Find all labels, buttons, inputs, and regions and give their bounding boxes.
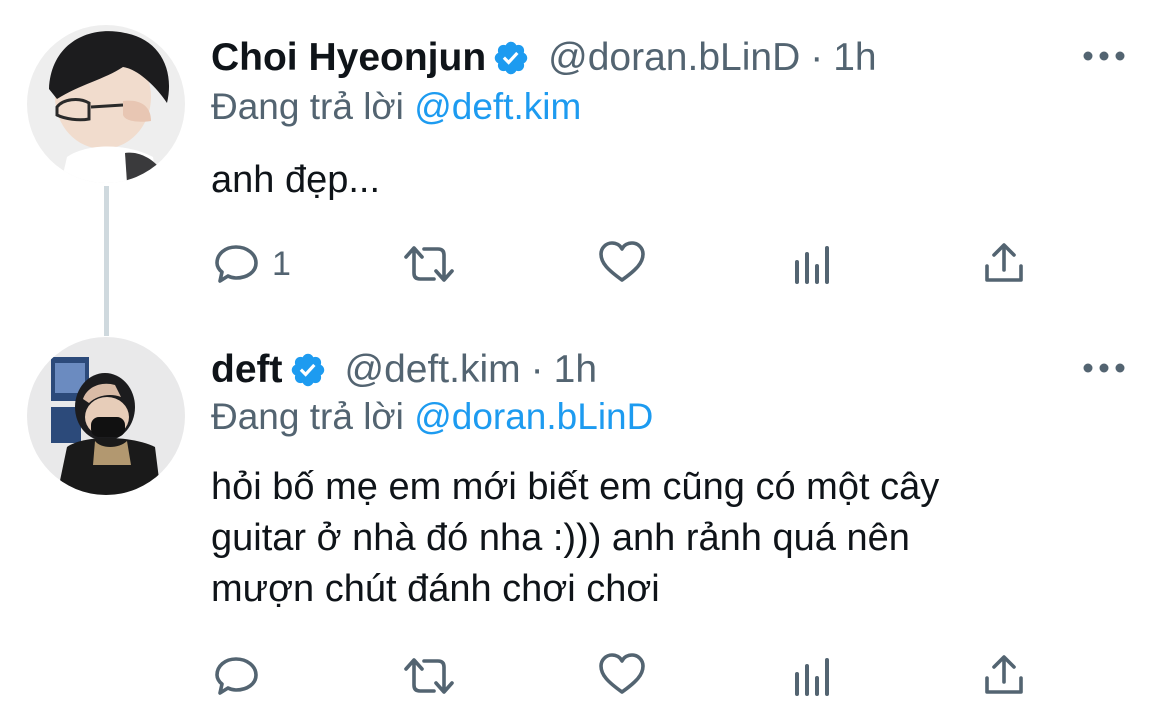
tweet-text-line: mượn chút đánh chơi chơi: [211, 568, 660, 610]
mention-link[interactable]: @doran.bLinD: [414, 396, 653, 437]
reply-count: 1: [272, 244, 291, 283]
views-icon: [795, 246, 829, 284]
meta-separator: ·: [530, 348, 544, 391]
tweet-text: hỏi bố mẹ em mới biết em cũng có một cây…: [211, 462, 1111, 615]
retweet-button[interactable]: [402, 655, 456, 697]
verified-badge-icon: [291, 353, 324, 387]
meta-separator: ·: [810, 36, 824, 79]
verified-badge-icon: [494, 41, 528, 75]
more-options-icon[interactable]: [1082, 46, 1126, 66]
tweet-deft[interactable]: deft @deft.kim · 1h Đang trả lời @doran.…: [0, 320, 1170, 722]
tweet-text-line: anh đẹp...: [211, 159, 381, 201]
avatar[interactable]: [27, 25, 185, 183]
display-name[interactable]: deft: [211, 346, 283, 394]
share-button[interactable]: [982, 242, 1026, 284]
tweet-text-line: hỏi bố mẹ em mới biết em cũng có một cây: [211, 466, 940, 508]
user-handle[interactable]: @deft.kim: [345, 346, 521, 394]
tweet-text-line: guitar ở nhà đó nha :))) anh rảnh quá nê…: [211, 517, 910, 559]
replying-to-label: Đang trả lời: [211, 86, 404, 127]
like-button[interactable]: [598, 240, 646, 284]
reply-icon: [215, 245, 258, 283]
tweet-text: anh đẹp...: [211, 155, 1111, 206]
tweet-time[interactable]: 1h: [833, 34, 876, 82]
replying-to-line: Đang trả lời @deft.kim: [211, 84, 581, 130]
share-button[interactable]: [982, 654, 1026, 696]
more-options-icon[interactable]: [1082, 358, 1126, 378]
user-handle[interactable]: @doran.bLinD: [548, 34, 800, 82]
replying-to-label: Đang trả lời: [211, 396, 404, 437]
display-name[interactable]: Choi Hyeonjun: [211, 34, 486, 82]
reply-button[interactable]: 1: [214, 243, 291, 285]
like-button[interactable]: [598, 652, 646, 696]
like-icon: [599, 241, 645, 282]
tweet-header: Choi Hyeonjun @doran.bLinD · 1h: [211, 34, 877, 82]
replying-to-line: Đang trả lời @doran.bLinD: [211, 394, 653, 440]
tweet-doran[interactable]: Choi Hyeonjun @doran.bLinD · 1h Đang trả…: [0, 0, 1170, 320]
reply-button[interactable]: [214, 655, 272, 697]
like-icon: [599, 653, 645, 694]
views-button[interactable]: [792, 244, 834, 284]
share-icon: [985, 243, 1023, 282]
reply-icon: [215, 657, 258, 695]
retweet-icon: [404, 246, 454, 282]
avatar[interactable]: [27, 337, 185, 495]
views-icon: [795, 658, 829, 696]
views-button[interactable]: [792, 656, 834, 696]
tweet-time[interactable]: 1h: [554, 346, 597, 394]
retweet-icon: [404, 658, 454, 694]
tweet-header: deft @deft.kim · 1h: [211, 346, 597, 394]
retweet-button[interactable]: [402, 243, 456, 285]
mention-link[interactable]: @deft.kim: [414, 86, 581, 127]
share-icon: [985, 655, 1023, 694]
